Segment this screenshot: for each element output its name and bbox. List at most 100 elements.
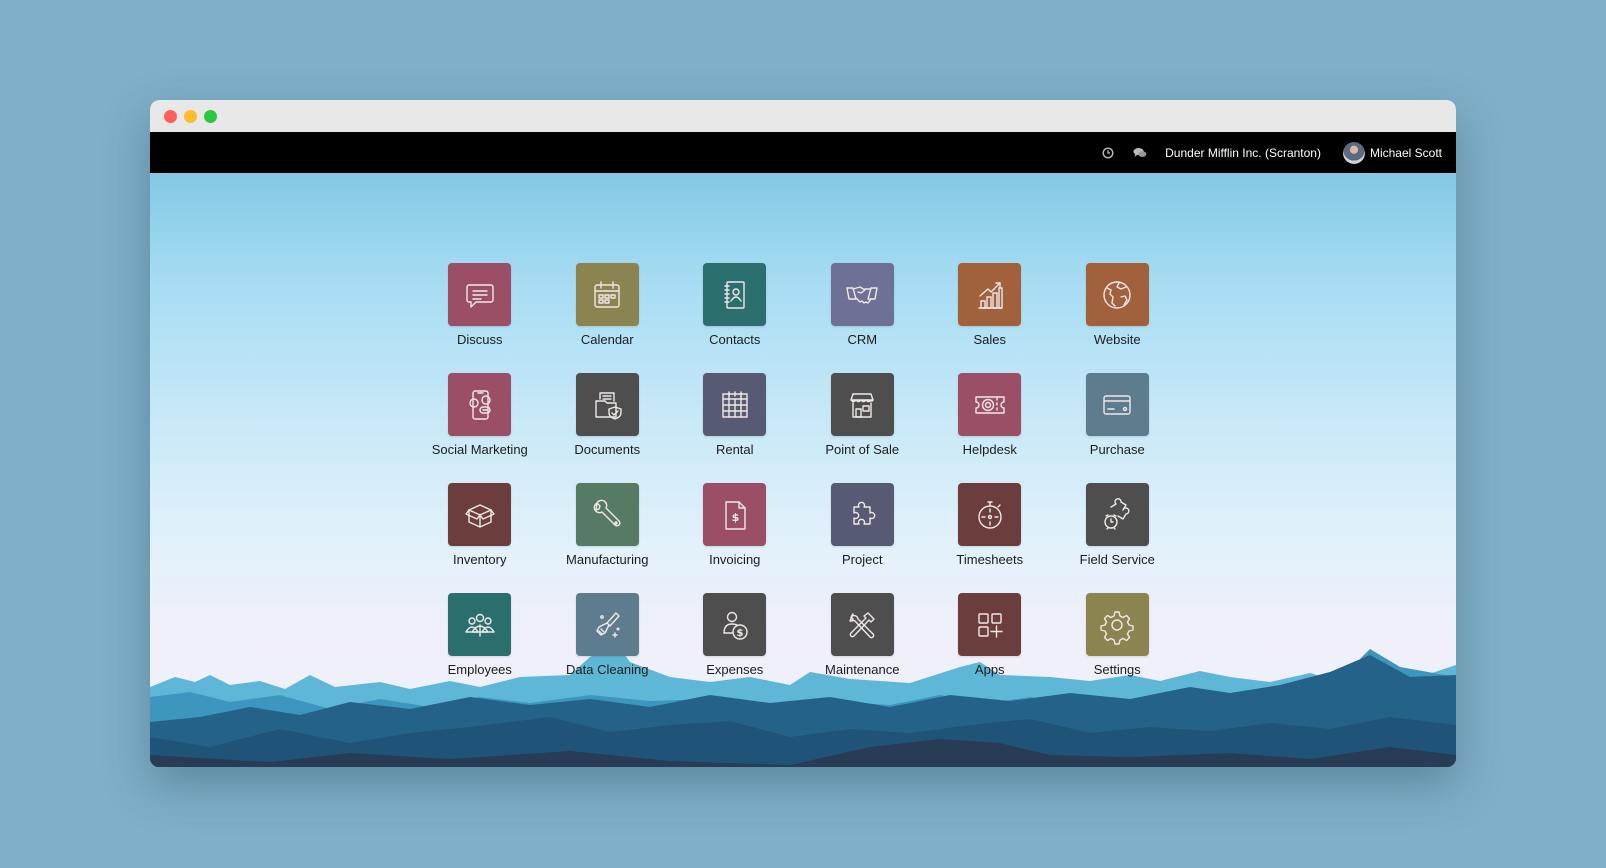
app-label: Manufacturing bbox=[566, 552, 649, 567]
browser-window: Dunder Mifflin Inc. (Scranton) Michael S… bbox=[150, 100, 1456, 767]
svg-text:$: $ bbox=[731, 511, 739, 524]
credit-card-icon bbox=[1103, 394, 1131, 415]
people-group-icon bbox=[465, 613, 495, 637]
wrench-icon bbox=[593, 499, 621, 527]
person-dollar-icon: $ bbox=[723, 611, 748, 640]
app-tile bbox=[830, 263, 894, 326]
globe-icon bbox=[1103, 280, 1131, 309]
app-tile bbox=[830, 373, 894, 436]
calendar-icon bbox=[594, 280, 620, 308]
app-label: Point of Sale bbox=[825, 442, 900, 457]
app-tile bbox=[448, 263, 512, 326]
gear-icon bbox=[1100, 610, 1134, 645]
app-point-of-sale[interactable]: Point of Sale bbox=[799, 373, 927, 483]
app-calendar[interactable]: Calendar bbox=[544, 263, 672, 373]
app-settings[interactable]: Settings bbox=[1054, 593, 1182, 703]
app-manufacturing[interactable]: Manufacturing bbox=[544, 483, 672, 593]
stopwatch-icon bbox=[978, 500, 1002, 529]
app-tile bbox=[1085, 373, 1149, 436]
app-tile bbox=[575, 483, 639, 546]
app-field-service[interactable]: Field Service bbox=[1054, 483, 1182, 593]
app-contacts[interactable]: Contacts bbox=[671, 263, 799, 373]
app-label: Expenses bbox=[706, 662, 764, 677]
app-tile bbox=[830, 593, 894, 656]
box-icon bbox=[465, 503, 495, 528]
app-label: Maintenance bbox=[825, 662, 900, 677]
phone-social-icon bbox=[469, 389, 491, 420]
app-tile bbox=[575, 373, 639, 436]
app-tile bbox=[1085, 483, 1149, 546]
app-label: Purchase bbox=[1089, 442, 1145, 457]
app-expenses[interactable]: $ Expenses bbox=[671, 593, 799, 703]
app-label: Field Service bbox=[1079, 552, 1155, 567]
app-tile bbox=[448, 373, 512, 436]
app-label: Timesheets bbox=[956, 552, 1024, 567]
app-purchase[interactable]: Purchase bbox=[1054, 373, 1182, 483]
app-tile bbox=[575, 593, 639, 656]
app-helpdesk[interactable]: Helpdesk bbox=[926, 373, 1054, 483]
company-switcher[interactable]: Dunder Mifflin Inc. (Scranton) bbox=[1165, 146, 1321, 160]
app-tile bbox=[1085, 263, 1149, 326]
app-invoicing[interactable]: $ Invoicing bbox=[671, 483, 799, 593]
handshake-icon bbox=[846, 285, 878, 304]
puzzle-piece-icon bbox=[853, 501, 876, 525]
app-discuss[interactable]: Discuss bbox=[416, 263, 544, 373]
app-label: Data Cleaning bbox=[566, 662, 649, 677]
app-apps[interactable]: Apps bbox=[926, 593, 1054, 703]
app-documents[interactable]: Documents bbox=[544, 373, 672, 483]
app-label: Invoicing bbox=[709, 552, 761, 567]
app-tile bbox=[1085, 593, 1149, 656]
app-crm[interactable]: CRM bbox=[799, 263, 927, 373]
chat-icon bbox=[1133, 147, 1147, 157]
user-menu[interactable]: Michael Scott bbox=[1342, 141, 1442, 164]
app-tile bbox=[958, 593, 1022, 656]
lifebuoy-ticket-icon bbox=[975, 395, 1005, 414]
app-timesheets[interactable]: Timesheets bbox=[926, 483, 1054, 593]
storefront-icon bbox=[850, 392, 874, 418]
puzzle-clock-icon bbox=[1104, 497, 1130, 530]
app-tile bbox=[958, 483, 1022, 546]
home-menu: Discuss Calendar Contacts CRM Sales Webs… bbox=[150, 173, 1456, 767]
messages-button[interactable] bbox=[1133, 146, 1147, 160]
app-tile bbox=[958, 373, 1022, 436]
app-sales[interactable]: Sales bbox=[926, 263, 1054, 373]
app-tile bbox=[575, 263, 639, 326]
app-data-cleaning[interactable]: Data Cleaning bbox=[544, 593, 672, 703]
app-employees[interactable]: Employees bbox=[416, 593, 544, 703]
close-window-button[interactable] bbox=[164, 110, 177, 123]
app-label: Rental bbox=[715, 442, 754, 457]
folder-shield-icon bbox=[595, 391, 622, 420]
app-social-marketing[interactable]: Social Marketing bbox=[416, 373, 544, 483]
chat-bubble-icon bbox=[466, 283, 494, 308]
app-inventory[interactable]: Inventory bbox=[416, 483, 544, 593]
app-label: Settings bbox=[1093, 662, 1141, 677]
app-project[interactable]: Project bbox=[799, 483, 927, 593]
maximize-window-button[interactable] bbox=[204, 110, 217, 123]
apps-grid-plus-icon bbox=[978, 612, 1003, 638]
app-tile: $ bbox=[703, 483, 767, 546]
app-label: CRM bbox=[847, 332, 878, 347]
app-label: Website bbox=[1093, 332, 1141, 347]
app-grid: Discuss Calendar Contacts CRM Sales Webs… bbox=[416, 263, 1181, 703]
activity-clock-button[interactable] bbox=[1101, 146, 1115, 160]
app-label: Documents bbox=[574, 442, 641, 457]
growth-chart-icon bbox=[978, 281, 1003, 309]
app-tile bbox=[703, 373, 767, 436]
minimize-window-button[interactable] bbox=[184, 110, 197, 123]
svg-text:$: $ bbox=[736, 628, 743, 639]
hammer-wrench-icon bbox=[849, 611, 875, 638]
brush-sparkle-icon bbox=[596, 611, 620, 638]
top-navbar: Dunder Mifflin Inc. (Scranton) Michael S… bbox=[150, 132, 1456, 173]
app-label: Apps bbox=[974, 662, 1005, 677]
app-label: Social Marketing bbox=[431, 442, 528, 457]
app-label: Calendar bbox=[580, 332, 634, 347]
app-tile bbox=[703, 263, 767, 326]
app-tile bbox=[448, 483, 512, 546]
app-tile: $ bbox=[703, 593, 767, 656]
app-rental[interactable]: Rental bbox=[671, 373, 799, 483]
app-maintenance[interactable]: Maintenance bbox=[799, 593, 927, 703]
app-website[interactable]: Website bbox=[1054, 263, 1182, 373]
app-label: Discuss bbox=[456, 332, 503, 347]
clock-icon bbox=[1102, 146, 1114, 159]
app-label: Helpdesk bbox=[962, 442, 1017, 457]
